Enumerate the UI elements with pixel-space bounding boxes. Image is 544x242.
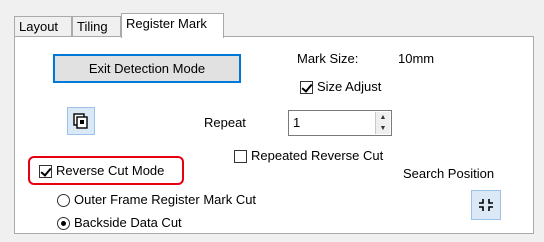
repeat-spinbox: ▲ ▼ <box>288 110 392 136</box>
repeat-up-button[interactable]: ▲ <box>375 112 390 123</box>
tab-layout-label: Layout <box>19 19 59 34</box>
mark-size-label: Mark Size: <box>297 51 359 66</box>
repeated-reverse-cut-checkbox[interactable]: Repeated Reverse Cut <box>234 148 383 164</box>
backside-data-cut-label: Backside Data Cut <box>74 215 182 230</box>
search-position-glyph <box>479 199 493 211</box>
register-mark-glyph <box>73 113 88 129</box>
tab-tiling[interactable]: Tiling <box>72 16 121 37</box>
size-adjust-check-box[interactable] <box>300 80 313 94</box>
backside-data-cut-radio[interactable]: Backside Data Cut <box>57 215 182 231</box>
outer-frame-register-mark-cut-label: Outer Frame Register Mark Cut <box>74 192 257 207</box>
search-position-icon[interactable] <box>471 190 501 220</box>
repeated-reverse-cut-label: Repeated Reverse Cut <box>251 148 384 163</box>
repeat-input[interactable] <box>291 113 367 131</box>
tab-layout[interactable]: Layout <box>14 16 72 37</box>
exit-detection-mode-button[interactable]: Exit Detection Mode <box>53 54 241 83</box>
backside-data-cut-radio-circle[interactable] <box>57 216 70 230</box>
register-mark-icon[interactable] <box>67 107 95 135</box>
outer-frame-radio-circle[interactable] <box>57 193 70 207</box>
outer-frame-register-mark-cut-radio[interactable]: Outer Frame Register Mark Cut <box>57 192 256 208</box>
reverse-cut-mode-checkbox[interactable]: Reverse Cut Mode <box>39 163 164 179</box>
size-adjust-label: Size Adjust <box>317 79 382 94</box>
repeat-label: Repeat <box>204 115 246 130</box>
mark-size-value: 10mm <box>398 51 435 66</box>
tab-strip: Layout Tiling Register Mark <box>14 13 534 38</box>
reverse-cut-mode-check-box[interactable] <box>39 164 52 178</box>
reverse-cut-mode-label: Reverse Cut Mode <box>56 163 165 178</box>
exit-detection-mode-label: Exit Detection Mode <box>88 61 206 76</box>
repeat-down-button[interactable]: ▼ <box>375 123 390 134</box>
tab-tiling-label: Tiling <box>77 19 108 34</box>
repeated-reverse-cut-check-box[interactable] <box>234 149 247 163</box>
tab-register-mark-label: Register Mark <box>126 16 207 31</box>
size-adjust-checkbox[interactable]: Size Adjust <box>300 79 381 95</box>
tab-register-mark[interactable]: Register Mark <box>121 13 224 38</box>
search-position-label: Search Position <box>403 166 495 181</box>
